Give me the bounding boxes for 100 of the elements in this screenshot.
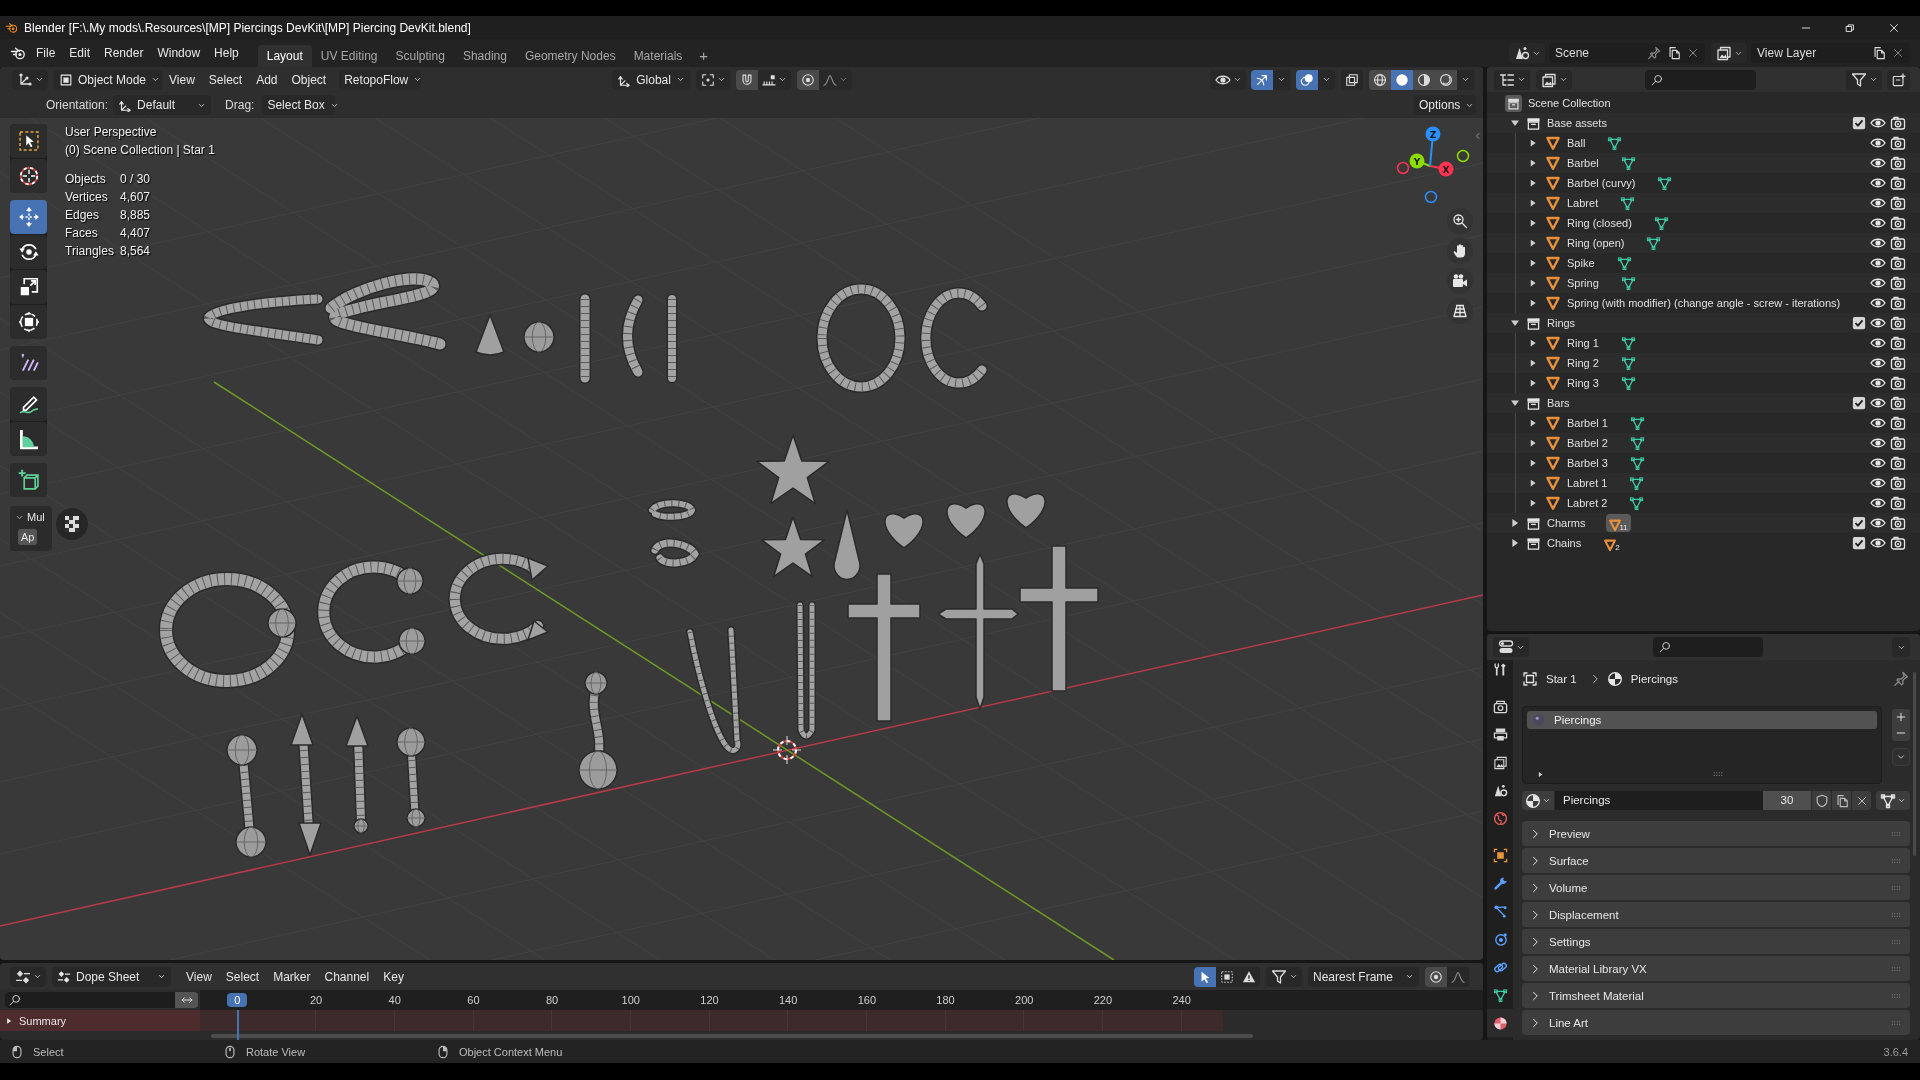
- panel-header[interactable]: Line Art: [1522, 1010, 1910, 1035]
- tool-button[interactable]: [10, 346, 47, 380]
- render-camera-icon[interactable]: [1890, 315, 1906, 331]
- mesh-triangle-icon[interactable]: [1620, 375, 1636, 391]
- mesh-triangle-icon[interactable]: [1629, 495, 1645, 511]
- collection-name[interactable]: Scene Collection: [1528, 97, 1611, 109]
- object-name[interactable]: Spring (with modifier) (change angle - screw - iterations): [1567, 297, 1841, 309]
- duplicate-button[interactable]: [1831, 791, 1851, 810]
- shading-mode-button[interactable]: [1435, 69, 1457, 90]
- render-camera-icon[interactable]: [1890, 195, 1906, 211]
- gizmo-toggle[interactable]: [1251, 69, 1273, 90]
- only-selected-toggle[interactable]: [1194, 966, 1216, 987]
- mesh-triangle-icon[interactable]: [1630, 455, 1645, 471]
- axis-ball-icon[interactable]: [1425, 126, 1441, 142]
- summary-channel[interactable]: Summary: [0, 1010, 200, 1031]
- mesh-triangle-icon[interactable]: [1630, 435, 1645, 451]
- panel-header[interactable]: Preview: [1522, 821, 1910, 846]
- object-name[interactable]: Labret 2: [1567, 497, 1608, 509]
- proportional-edit-toggle[interactable]: [797, 69, 820, 90]
- collection-name[interactable]: Chains: [1547, 537, 1582, 549]
- tool-button[interactable]: [10, 305, 47, 339]
- object-name[interactable]: Barbel 1: [1567, 417, 1608, 429]
- render-camera-icon[interactable]: [1890, 455, 1906, 471]
- tool-button[interactable]: [10, 124, 47, 158]
- view-layer-browse-dropdown[interactable]: [1711, 43, 1747, 63]
- workspace-tab[interactable]: Layout: [257, 45, 312, 67]
- operator-button[interactable]: Ap: [18, 529, 38, 545]
- panel-header[interactable]: Settings: [1522, 929, 1910, 954]
- header-menu[interactable]: Select: [201, 72, 250, 87]
- pan-view-button[interactable]: [1447, 238, 1473, 264]
- pivot-dropdown[interactable]: [696, 69, 731, 90]
- workspace-tab[interactable]: Materials: [624, 45, 692, 67]
- copy-icon[interactable]: [1667, 46, 1681, 60]
- object-triangle-icon[interactable]: [1607, 518, 1622, 532]
- render-camera-icon[interactable]: [1890, 475, 1906, 491]
- header-menu[interactable]: Channel: [317, 969, 377, 984]
- render-camera-icon[interactable]: [1890, 275, 1906, 291]
- drag-dropdown[interactable]: Select Box: [262, 95, 336, 115]
- axis-ball-icon[interactable]: [1409, 153, 1425, 169]
- workspace-tab[interactable]: UV Editing: [311, 45, 387, 67]
- collection-name[interactable]: Rings: [1547, 317, 1576, 329]
- add-slot-button[interactable]: [1892, 709, 1910, 725]
- search-field[interactable]: [1645, 69, 1756, 90]
- properties-tab[interactable]: [1487, 1009, 1513, 1037]
- filter-dropdown[interactable]: [1846, 69, 1882, 90]
- filter-dropdown[interactable]: [1266, 966, 1302, 987]
- add-workspace-tab[interactable]: +: [691, 45, 717, 67]
- checkbox[interactable]: [1852, 536, 1866, 550]
- header-menu[interactable]: Marker: [266, 969, 318, 984]
- header-menu[interactable]: Add: [249, 72, 285, 87]
- tool-button[interactable]: [10, 159, 47, 193]
- perspective-toggle[interactable]: [1447, 298, 1473, 324]
- mode-dropdown[interactable]: Object Mode: [54, 69, 162, 90]
- object-name[interactable]: Labret 1: [1567, 477, 1608, 489]
- mesh-triangle-icon[interactable]: [1629, 475, 1645, 491]
- workspace-tab[interactable]: Geometry Nodes: [515, 45, 625, 67]
- options-dropdown[interactable]: Options: [1414, 95, 1476, 115]
- render-camera-icon[interactable]: [1890, 435, 1906, 451]
- menu-item[interactable]: Help: [207, 46, 246, 60]
- object-name[interactable]: Barbel 2: [1567, 437, 1608, 449]
- view-layer-name-field[interactable]: View Layer: [1751, 43, 1910, 63]
- mesh-triangle-icon[interactable]: [1620, 275, 1636, 291]
- navigation-gizmo[interactable]: X Y Z: [1395, 120, 1471, 210]
- editor-type-dropdown[interactable]: [1493, 637, 1529, 657]
- swap-filter-button[interactable]: [175, 992, 198, 1008]
- checkbox[interactable]: [1852, 316, 1866, 330]
- pin-icon[interactable]: [1893, 671, 1909, 687]
- operator-panel-title[interactable]: Mul: [27, 511, 45, 523]
- render-camera-icon[interactable]: [1890, 395, 1906, 411]
- menu-item[interactable]: Window: [150, 46, 208, 60]
- header-menu[interactable]: View: [179, 969, 219, 984]
- view-layer-dropdown[interactable]: [1536, 69, 1572, 90]
- render-camera-icon[interactable]: [1890, 375, 1906, 391]
- menu-item[interactable]: Render: [97, 46, 151, 60]
- menu-item[interactable]: File: [29, 46, 63, 60]
- scene-browse-dropdown[interactable]: [1509, 43, 1545, 63]
- panel-header[interactable]: Material Library VX: [1522, 956, 1910, 981]
- render-camera-icon[interactable]: [1890, 155, 1906, 171]
- object-name[interactable]: Ring 1: [1567, 337, 1599, 349]
- header-menu[interactable]: View: [162, 72, 202, 87]
- render-camera-icon[interactable]: [1890, 335, 1906, 351]
- tool-button[interactable]: [10, 387, 47, 421]
- current-frame-indicator[interactable]: 0: [227, 993, 248, 1007]
- render-camera-icon[interactable]: [1890, 415, 1906, 431]
- object-name[interactable]: Barbel: [1567, 157, 1599, 169]
- transform-orientation-dropdown[interactable]: Default: [113, 95, 212, 115]
- copy-icon[interactable]: [1872, 46, 1886, 60]
- material-name-field[interactable]: Piercings: [1555, 791, 1763, 810]
- mesh-triangle-icon[interactable]: [1620, 195, 1636, 211]
- object-name[interactable]: Ball: [1567, 137, 1586, 149]
- new-collection-button[interactable]: [1887, 69, 1910, 90]
- checkbox[interactable]: [1852, 116, 1866, 130]
- mesh-triangle-icon[interactable]: [1616, 255, 1632, 271]
- tool-button[interactable]: [10, 270, 47, 304]
- object-name[interactable]: Spring: [1567, 277, 1599, 289]
- user-count-button[interactable]: 30: [1763, 791, 1811, 810]
- mesh-triangle-icon[interactable]: [1653, 215, 1669, 231]
- scene-name-field[interactable]: Scene: [1549, 43, 1705, 63]
- header-menu[interactable]: Key: [376, 969, 411, 984]
- header-menu[interactable]: Select: [218, 969, 267, 984]
